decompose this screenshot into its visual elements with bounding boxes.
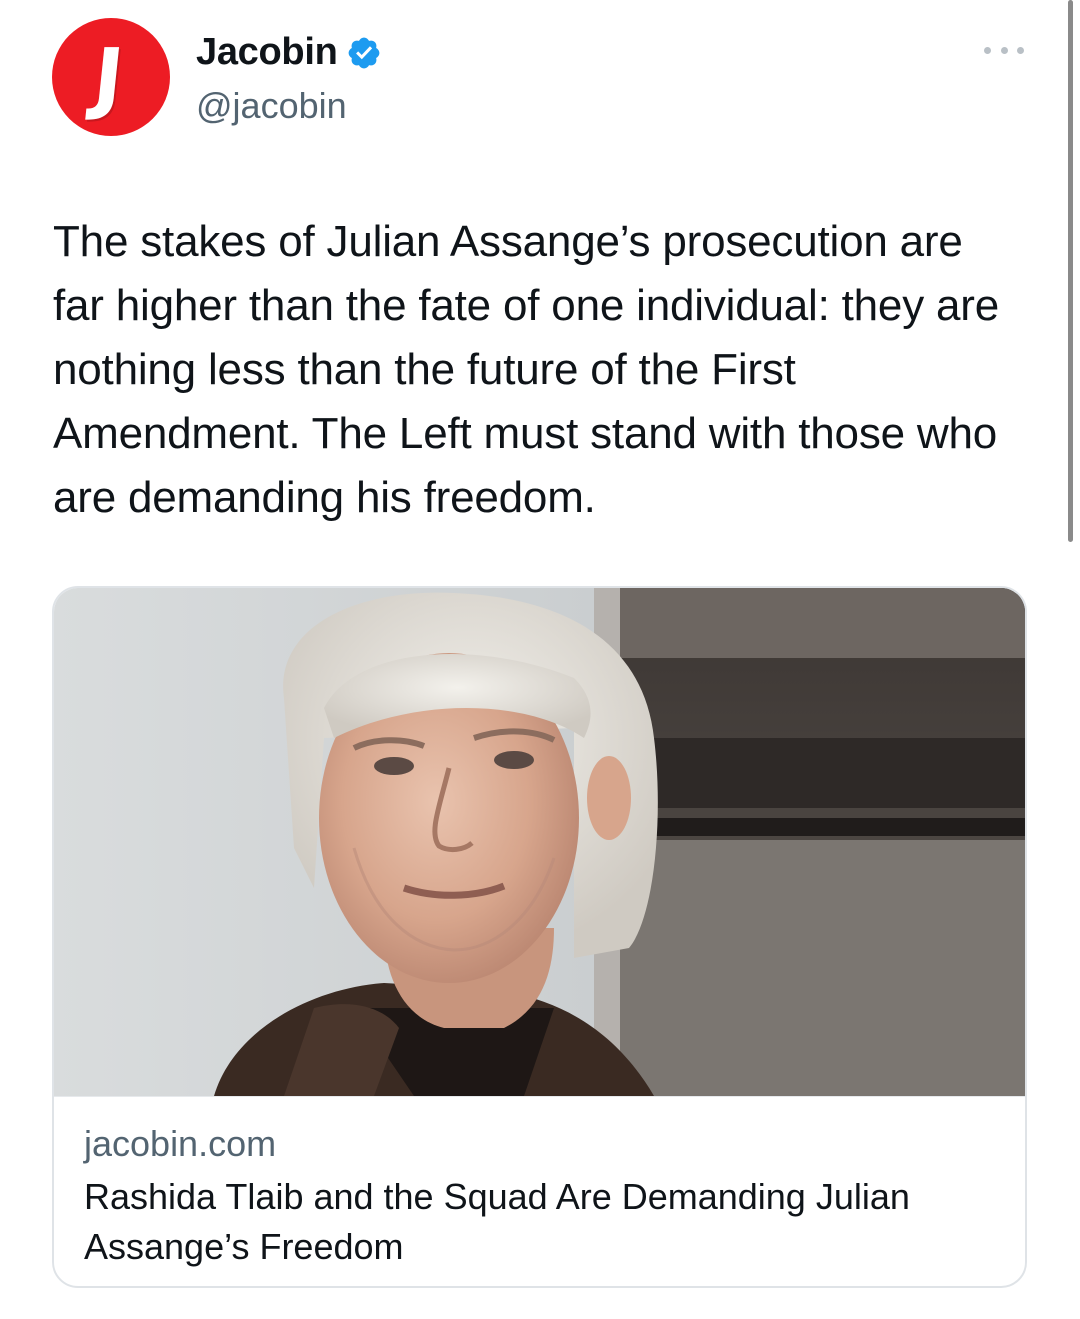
- more-dot-icon: [984, 46, 991, 54]
- author-handle[interactable]: @jacobin: [196, 84, 347, 128]
- link-preview-image[interactable]: [54, 588, 1025, 1096]
- more-dot-icon: [1000, 46, 1008, 54]
- avatar[interactable]: J: [52, 18, 170, 136]
- card-divider: [54, 1096, 1025, 1097]
- author-name-row: Jacobin: [196, 30, 382, 74]
- scrollbar[interactable]: [1068, 0, 1073, 542]
- link-preview-card[interactable]: jacobin.com Rashida Tlaib and the Squad …: [52, 586, 1027, 1288]
- tweet-text: The stakes of Julian Assange’s prosecuti…: [53, 217, 1000, 522]
- more-dot-icon: [1017, 46, 1024, 54]
- author-display-name[interactable]: Jacobin: [196, 30, 338, 74]
- verified-badge-icon: [348, 37, 379, 69]
- link-title: Rashida Tlaib and the Squad Are Demandin…: [84, 1176, 910, 1267]
- more-horizontal-icon[interactable]: [984, 40, 1024, 60]
- portrait-photo: [54, 588, 1025, 1096]
- link-domain: jacobin.com: [84, 1123, 277, 1164]
- avatar-letter: J: [89, 33, 129, 123]
